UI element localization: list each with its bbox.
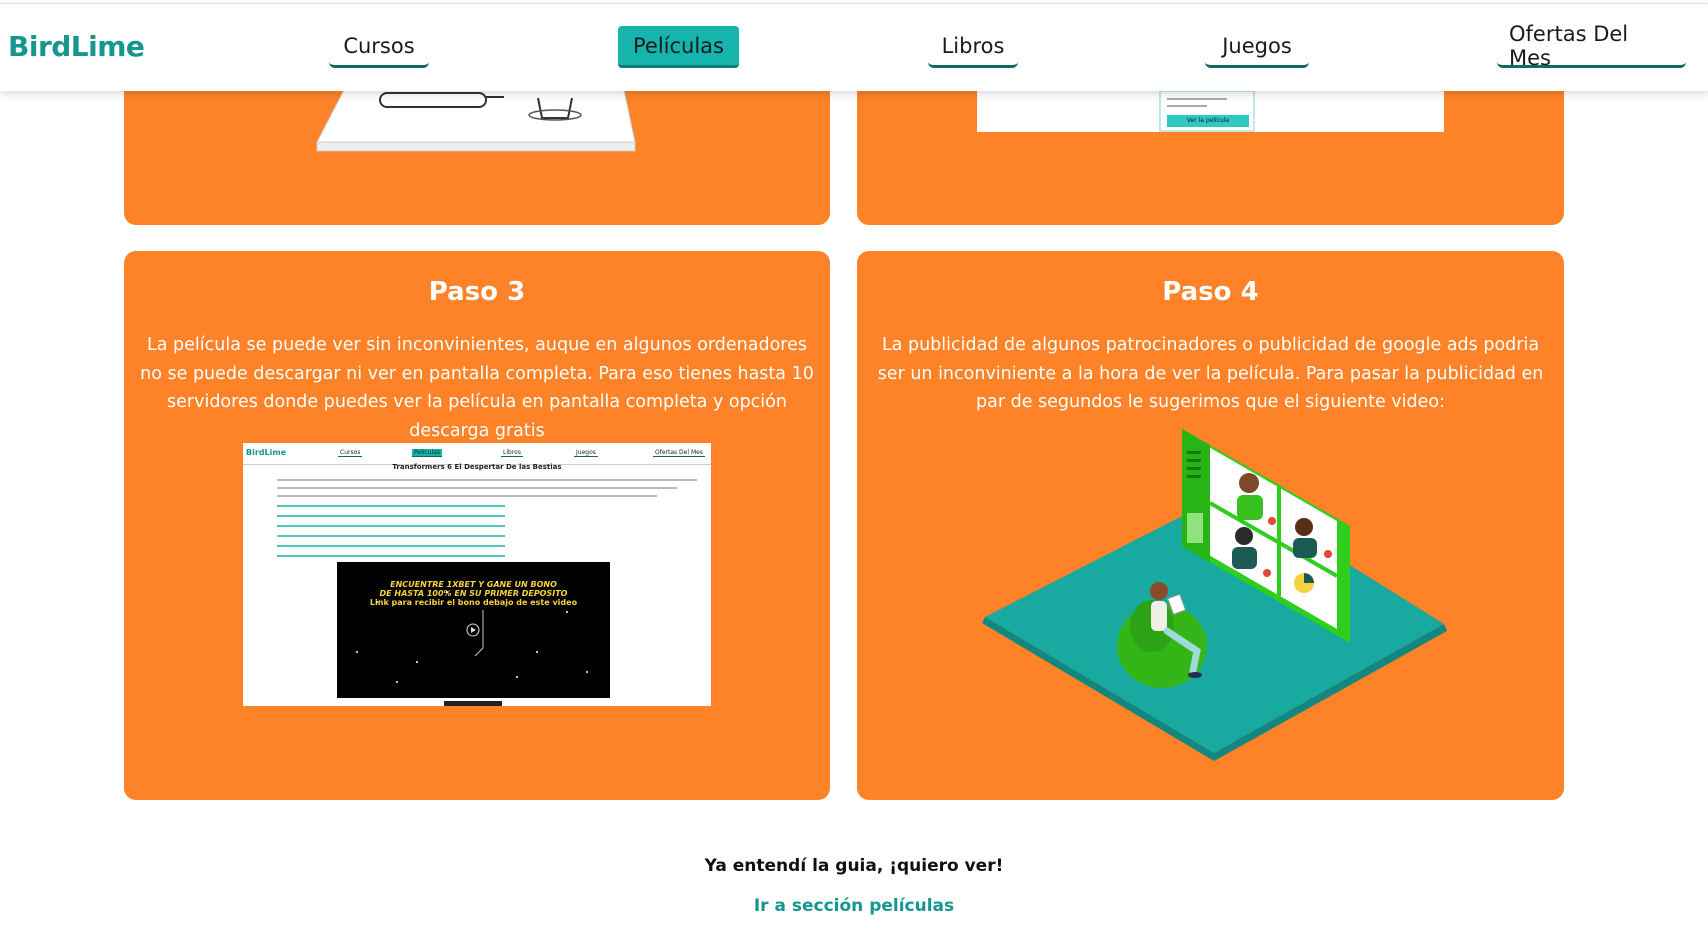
- page: Ver la película Paso 3 La película se pu…: [0, 0, 1708, 940]
- screenshot-nav-ofertas: Ofertas Del Mes: [653, 449, 705, 457]
- step-3-screenshot: BirdLime Cursos Películas Libros Juegos …: [243, 443, 711, 706]
- screenshot-brand: BirdLime: [246, 448, 287, 457]
- screenshot-video-bar: [444, 701, 502, 706]
- step-3-text: La película se puede ver sin inconvinien…: [140, 335, 814, 441]
- screenshot-server-link: [277, 525, 505, 527]
- screenshot-paragraph-line: [277, 487, 677, 489]
- screenshot-server-link: [277, 505, 505, 507]
- step-3-card: Paso 3 La película se puede ver sin inco…: [124, 251, 830, 800]
- video-call-illustration: [982, 429, 1447, 761]
- nav-ofertas[interactable]: Ofertas Del Mes: [1497, 22, 1686, 70]
- top-nav: BirdLime Cursos Películas Libros Juegos …: [0, 3, 1708, 91]
- nav-peliculas[interactable]: Películas: [618, 26, 739, 68]
- nav-juegos[interactable]: Juegos: [1205, 26, 1309, 68]
- screenshot-nav-juegos: Juegos: [574, 449, 598, 457]
- step-2-mockup: Ver la película: [977, 90, 1444, 132]
- screenshot-paragraph-line: [277, 495, 657, 497]
- step-4-card: Paso 4 La publicidad de algunos patrocin…: [857, 251, 1564, 800]
- screenshot-server-link: [277, 555, 505, 557]
- cta-text: Ya entendí la guia, ¡quiero ver!: [704, 856, 1004, 876]
- cta-link-peliculas[interactable]: Ir a sección películas: [0, 896, 1708, 916]
- mockup-text-line: [1167, 98, 1227, 100]
- nav-libros[interactable]: Libros: [928, 26, 1018, 68]
- brand-logo[interactable]: BirdLime: [8, 30, 145, 63]
- screenshot-server-link: [277, 535, 505, 537]
- mockup-button: Ver la película: [1167, 115, 1249, 127]
- screenshot-video: ENCUENTRE 1XBET Y GANE UN BONO DE HASTA …: [337, 562, 610, 698]
- screenshot-nav-cursos: Cursos: [338, 449, 363, 457]
- screenshot-nav-peliculas: Películas: [412, 449, 443, 457]
- screenshot-nav: BirdLime Cursos Películas Libros Juegos …: [243, 443, 711, 465]
- nav-cursos[interactable]: Cursos: [329, 26, 429, 68]
- screenshot-server-link: [277, 515, 505, 517]
- screenshot-paragraph-line: [277, 479, 697, 481]
- step-3-title: Paso 3: [428, 277, 526, 307]
- play-icon: [356, 581, 588, 683]
- mockup-text-line: [1167, 105, 1207, 107]
- screenshot-nav-libros: Libros: [501, 449, 523, 457]
- screenshot-heading: Transformers 6 El Despertar De las Besti…: [392, 463, 562, 471]
- screenshot-server-link: [277, 545, 505, 547]
- mockup-box: Ver la película: [1159, 90, 1255, 132]
